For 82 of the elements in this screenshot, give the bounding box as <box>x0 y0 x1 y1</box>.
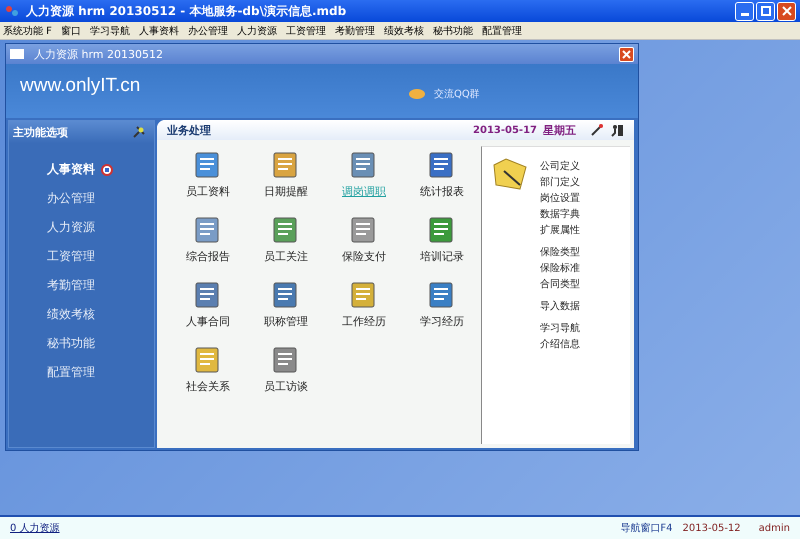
close-icon <box>622 50 631 58</box>
tile-label[interactable]: 社会关系 <box>186 379 230 394</box>
function-tile[interactable]: 社会关系 <box>173 345 243 410</box>
settings-link[interactable]: 合同类型 <box>540 277 580 293</box>
status-user: admin <box>758 522 790 534</box>
menu-item[interactable]: 秘书功能 <box>432 24 473 38</box>
weekday-text: 星期五 <box>543 122 576 138</box>
close-icon <box>782 6 792 16</box>
status-date: 2013-05-12 <box>682 522 741 534</box>
wand-icon[interactable] <box>590 123 604 137</box>
panel-title: 业务处理 <box>167 122 212 138</box>
sidebar-item[interactable]: 工资管理 <box>47 246 95 267</box>
settings-link[interactable]: 岗位设置 <box>540 191 580 207</box>
tile-label[interactable]: 员工访谈 <box>264 379 308 394</box>
sidebar-item[interactable]: 秘书功能 <box>47 333 95 354</box>
function-tile[interactable]: 统计报表 <box>407 150 477 215</box>
tile-label[interactable]: 日期提醒 <box>264 184 308 199</box>
date-text: 2013-05-17 <box>473 124 537 136</box>
function-tile[interactable]: 综合报告 <box>173 215 243 280</box>
function-tile[interactable]: 人事合同 <box>173 280 243 345</box>
settings-link[interactable]: 扩展属性 <box>540 223 580 239</box>
sidebar-item[interactable]: 配置管理 <box>47 362 95 383</box>
tile-label[interactable]: 培训记录 <box>420 249 464 264</box>
maximize-icon <box>760 6 770 16</box>
function-tile[interactable]: 日期提醒 <box>251 150 321 215</box>
tile-label[interactable]: 学习经历 <box>420 314 464 329</box>
settings-link[interactable]: 公司定义 <box>540 159 580 175</box>
exit-icon[interactable] <box>610 123 624 137</box>
settings-link[interactable]: 保险标准 <box>540 261 580 277</box>
settings-link[interactable]: 学习导航 <box>540 321 580 337</box>
tile-label[interactable]: 职称管理 <box>264 314 308 329</box>
function-tile[interactable]: 培训记录 <box>407 215 477 280</box>
sidebar-item[interactable]: 人力资源 <box>47 217 95 238</box>
menu-item[interactable]: 人力资源 <box>236 24 277 38</box>
tile-label[interactable]: 员工关注 <box>264 249 308 264</box>
menu-item[interactable]: 人事资料 <box>138 24 179 38</box>
window-title: 人力资源 hrm 20130512 - 本地服务-db\演示信息.mdb <box>26 2 348 20</box>
status-window-tab[interactable]: 0 人力资源 <box>10 521 60 535</box>
settings-link[interactable]: 介绍信息 <box>540 337 580 353</box>
menu-item[interactable]: 办公管理 <box>188 24 228 38</box>
function-tile[interactable]: 职称管理 <box>251 280 321 345</box>
menu-item[interactable]: 工资管理 <box>286 24 326 38</box>
tile-label[interactable]: 员工资料 <box>186 184 230 199</box>
tile-label[interactable]: 工作经历 <box>342 314 386 329</box>
minimize-button[interactable] <box>735 2 754 20</box>
target-icon <box>101 164 113 176</box>
settings-link[interactable]: 保险类型 <box>540 245 580 261</box>
tile-label[interactable]: 人事合同 <box>186 314 230 329</box>
tile-label[interactable]: 统计报表 <box>420 184 464 199</box>
maximize-button[interactable] <box>756 2 775 20</box>
function-tile[interactable]: 员工资料 <box>173 150 243 215</box>
menu-item[interactable]: 窗口 <box>60 24 81 38</box>
settings-link[interactable]: 数据字典 <box>540 207 580 223</box>
child-window-title: 人力资源 hrm 20130512 <box>34 46 164 62</box>
nav-window-shortcut[interactable]: 导航窗口F4 <box>620 521 673 535</box>
menu-item[interactable]: 考勤管理 <box>334 24 375 38</box>
sidebar-title: 主功能选项 <box>13 124 68 140</box>
sidebar-item[interactable]: 考勤管理 <box>47 275 95 296</box>
window-icon <box>10 49 24 59</box>
sidebar-item[interactable]: 人事资料 <box>47 159 113 180</box>
tile-label[interactable]: 保险支付 <box>342 249 386 264</box>
function-tile[interactable]: 员工访谈 <box>251 345 321 410</box>
sidebar-item[interactable]: 绩效考核 <box>47 304 95 325</box>
sidebar-item[interactable]: 办公管理 <box>47 188 95 209</box>
menu-item[interactable]: 系统功能 F <box>3 24 52 38</box>
menu-item[interactable]: 学习导航 <box>90 24 130 38</box>
function-tile[interactable]: 保险支付 <box>329 215 399 280</box>
close-button[interactable] <box>777 2 796 20</box>
site-logo-text: www.onlyIT.cn <box>20 75 140 97</box>
function-tile[interactable]: 员工关注 <box>251 215 321 280</box>
menu-item[interactable]: 绩效考核 <box>384 24 424 38</box>
settings-link[interactable]: 导入数据 <box>540 299 580 315</box>
minimize-icon <box>740 12 748 16</box>
tile-label[interactable]: 综合报告 <box>186 249 230 264</box>
app-icon <box>4 4 20 18</box>
pin-icon <box>132 125 146 139</box>
settings-link[interactable]: 部门定义 <box>540 175 580 191</box>
function-tile[interactable]: 学习经历 <box>407 280 477 345</box>
folder-icon <box>492 157 528 191</box>
function-tile[interactable]: 工作经历 <box>329 280 399 345</box>
menu-item[interactable]: 配置管理 <box>482 24 522 38</box>
close-button[interactable] <box>619 46 634 62</box>
